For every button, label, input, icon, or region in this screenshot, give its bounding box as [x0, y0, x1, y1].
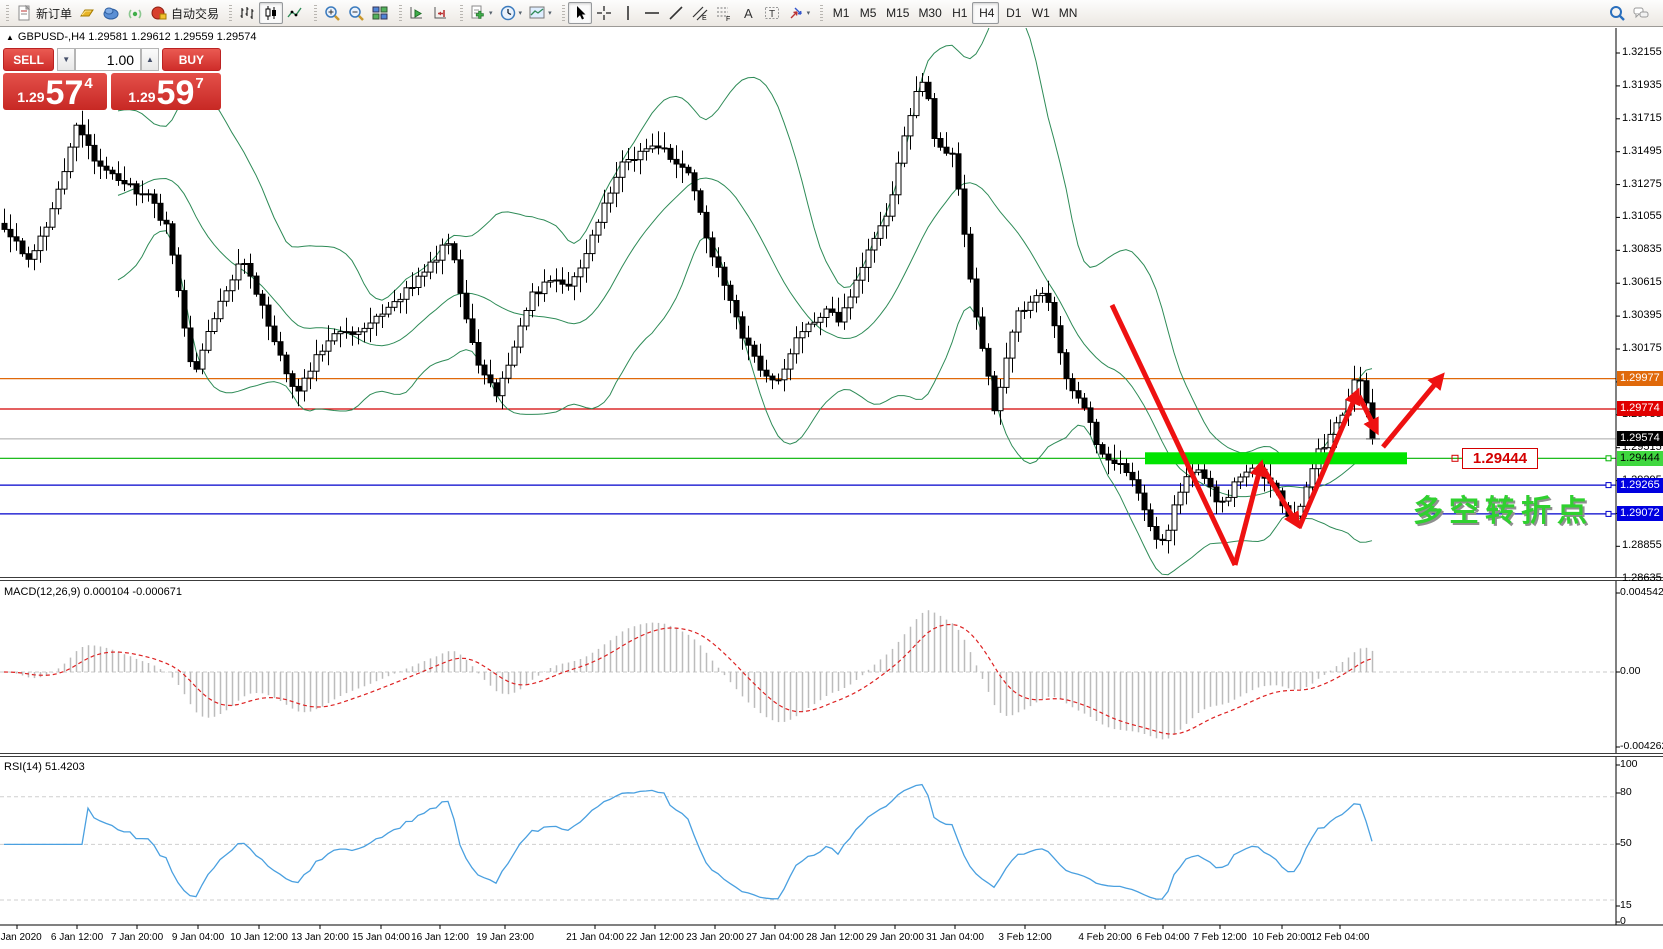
time-tick-label: 7 Jan 20:00 [111, 932, 163, 943]
indicator-tick-label: 0.004542 [1620, 586, 1663, 598]
time-tick-label: 19 Jan 23:00 [476, 932, 534, 943]
time-tick-label: 23 Jan 20:00 [686, 932, 744, 943]
price-tick-label: 1.31275 [1622, 178, 1662, 190]
chart-ohlc-header: ▲ GBPUSD-,H4 1.29581 1.29612 1.29559 1.29… [6, 31, 256, 43]
buy-price-small: 1.29 [128, 89, 155, 105]
volume-input[interactable] [75, 48, 141, 71]
indicator-tick-label: 50 [1620, 837, 1632, 849]
collapse-panel-icon[interactable]: ▲ [6, 33, 14, 42]
time-tick-label: 15 Jan 04:00 [352, 932, 410, 943]
sell-price-sup: 4 [84, 75, 92, 92]
time-tick-label: 12 Feb 04:00 [1311, 932, 1370, 943]
level-price-badge: 1.29265 [1617, 478, 1663, 493]
time-tick-label: 6 Jan 12:00 [51, 932, 103, 943]
time-tick-label: 10 Feb 20:00 [1253, 932, 1312, 943]
time-tick-label: 6 Feb 04:00 [1136, 932, 1189, 943]
time-tick-label: 4 Feb 20:00 [1078, 932, 1131, 943]
indicator-tick-label: -0.004262 [1620, 740, 1663, 752]
price-tick-label: 1.30395 [1622, 309, 1662, 321]
buy-price-display[interactable]: 1.29 59 7 [111, 73, 221, 110]
level-price-badge: 1.29774 [1617, 401, 1663, 416]
price-tick-label: 1.28635 [1622, 572, 1662, 584]
one-click-trade-panel: SELL ▼ ▲ BUY 1.29 57 4 1.29 59 7 [3, 48, 221, 110]
sell-price-display[interactable]: 1.29 57 4 [3, 73, 107, 110]
indicator-tick-label: 80 [1620, 786, 1632, 798]
time-tick-label: 16 Jan 12:00 [411, 932, 469, 943]
time-tick-label: 22 Jan 12:00 [626, 932, 684, 943]
time-tick-label: 3 Jan 2020 [0, 932, 42, 943]
pane-divider-macd[interactable] [0, 577, 1663, 581]
time-tick-label: 21 Jan 04:00 [566, 932, 624, 943]
volume-increase-button[interactable]: ▲ [141, 48, 159, 71]
price-tick-label: 1.32155 [1622, 46, 1662, 58]
level-price-badge: 1.29444 [1617, 451, 1663, 466]
time-tick-label: 28 Jan 12:00 [806, 932, 864, 943]
sell-button[interactable]: SELL [3, 48, 54, 71]
time-tick-label: 13 Jan 20:00 [291, 932, 349, 943]
price-tick-label: 1.31935 [1622, 79, 1662, 91]
time-tick-label: 27 Jan 04:00 [746, 932, 804, 943]
rsi-indicator-label: RSI(14) 51.4203 [4, 761, 85, 773]
time-tick-label: 29 Jan 20:00 [866, 932, 924, 943]
time-tick-label: 10 Jan 12:00 [230, 932, 288, 943]
price-tick-label: 1.30835 [1622, 243, 1662, 255]
pane-divider-rsi[interactable] [0, 753, 1663, 757]
mt4-window: 新订单自动交易▾▾▾EFAT▾M1M5M15M30H1H4D1W1MN ▲GBP… [0, 0, 1663, 949]
indicator-tick-label: 0.00 [1620, 665, 1640, 677]
sell-price-big: 57 [46, 78, 84, 108]
price-tick-label: 1.30175 [1622, 342, 1662, 354]
ohlc-text: GBPUSD-,H4 1.29581 1.29612 1.29559 1.295… [18, 31, 257, 43]
chart-canvas[interactable] [0, 0, 1663, 949]
level-price-badge: 1.29072 [1617, 506, 1663, 521]
buy-price-big: 59 [157, 78, 195, 108]
level-price-badge: 1.29977 [1617, 371, 1663, 386]
volume-decrease-button[interactable]: ▼ [57, 48, 75, 71]
price-callout-object[interactable]: 1.29444 [1462, 448, 1538, 469]
indicator-tick-label: 100 [1620, 758, 1638, 770]
price-tick-label: 1.28855 [1622, 539, 1662, 551]
time-tick-label: 31 Jan 04:00 [926, 932, 984, 943]
macd-indicator-label: MACD(12,26,9) 0.000104 -0.000671 [4, 586, 182, 598]
time-tick-label: 3 Feb 12:00 [998, 932, 1051, 943]
indicator-tick-label: 0 [1620, 915, 1626, 927]
price-tick-label: 1.31715 [1622, 112, 1662, 124]
buy-button[interactable]: BUY [162, 48, 221, 71]
price-tick-label: 1.31055 [1622, 210, 1662, 222]
buy-price-sup: 7 [195, 75, 203, 92]
time-tick-label: 9 Jan 04:00 [172, 932, 224, 943]
time-tick-label: 7 Feb 12:00 [1193, 932, 1246, 943]
current-price-badge: 1.29574 [1617, 431, 1663, 446]
price-tick-label: 1.30615 [1622, 276, 1662, 288]
sell-price-small: 1.29 [17, 89, 44, 105]
price-tick-label: 1.31495 [1622, 145, 1662, 157]
turning-point-annotation[interactable]: 多空转折点 [1413, 486, 1593, 530]
indicator-tick-label: 15 [1620, 899, 1632, 911]
